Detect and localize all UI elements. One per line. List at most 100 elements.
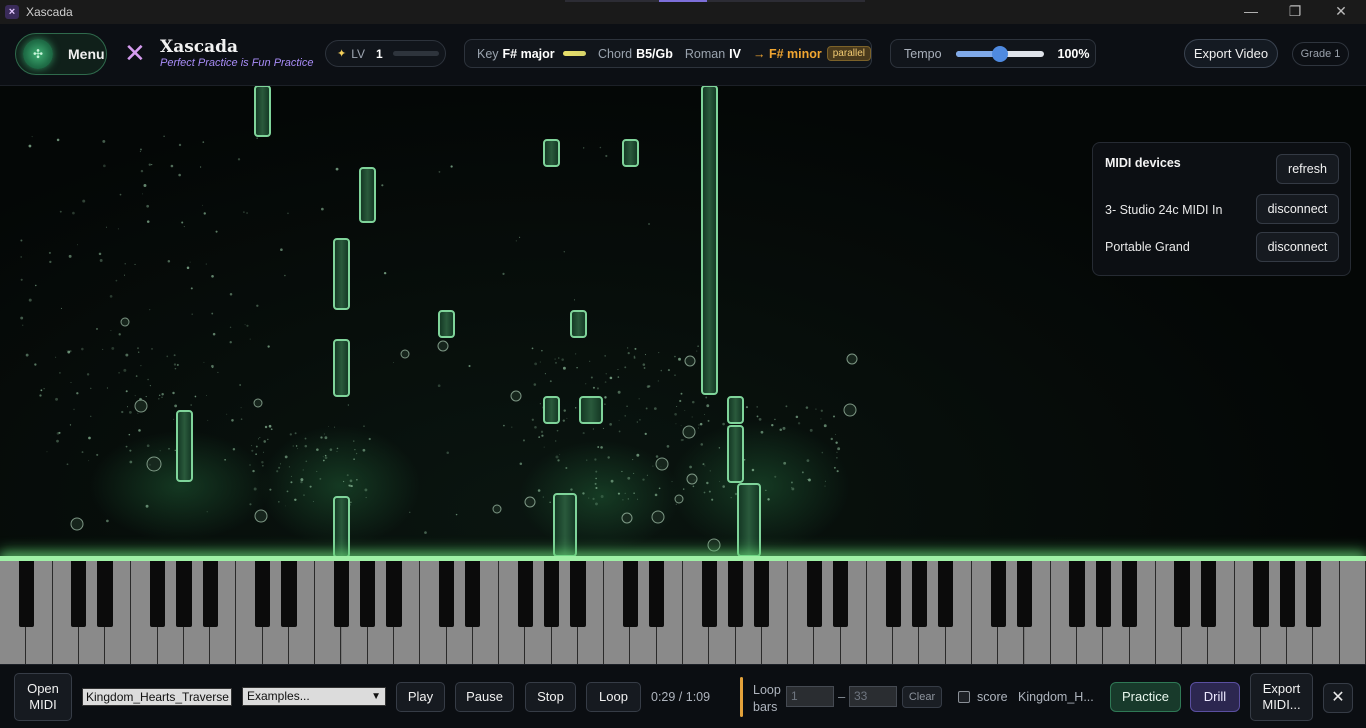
particle [174,449,176,452]
black-key[interactable] [701,561,717,627]
black-key[interactable] [832,561,849,627]
particle [146,204,150,208]
particle [239,384,242,386]
particle [55,397,59,401]
bubble [682,425,696,439]
particle [636,498,638,500]
black-key[interactable] [18,561,34,627]
close-icon[interactable]: ✕ [1323,683,1353,713]
black-key[interactable] [438,561,455,627]
tempo-slider[interactable] [955,45,1044,62]
particle [240,418,243,420]
black-key[interactable] [649,561,665,627]
black-key[interactable] [1200,561,1216,627]
practice-button[interactable]: Practice [1110,682,1181,712]
particle [617,390,621,394]
particle [349,484,352,487]
black-key[interactable] [1121,561,1138,627]
particle [756,406,758,408]
export-midi-button[interactable]: Export MIDI... [1250,673,1313,721]
particle [253,487,257,491]
minimize-button[interactable]: — [1228,0,1274,24]
particle [702,463,705,466]
black-key[interactable] [1253,561,1269,627]
black-key[interactable] [97,561,113,627]
window-close-button[interactable]: ✕ [1318,0,1364,24]
particle [658,352,660,354]
particle [226,413,228,415]
loop-end-input[interactable]: 33 [849,686,897,707]
black-key[interactable] [202,561,218,627]
restore-button[interactable]: ❐ [1272,0,1318,24]
particle [709,470,711,472]
disconnect-button[interactable]: disconnect [1256,194,1339,224]
piano-keyboard[interactable] [0,561,1366,664]
particle [207,419,209,421]
black-key[interactable] [727,561,744,627]
particle [531,347,534,350]
particle [124,274,126,276]
black-key[interactable] [754,561,770,627]
particle [215,230,218,233]
midi-file-field[interactable]: Kingdom_Hearts_Traverse [82,688,232,706]
score-checkbox[interactable] [958,691,970,703]
falling-note [254,86,271,137]
pause-button[interactable]: Pause [455,682,514,712]
tempo-slider-thumb[interactable] [991,45,1008,62]
black-key[interactable] [517,561,533,627]
export-video-button[interactable]: Export Video [1184,39,1278,68]
examples-select[interactable]: Examples... ▼ [242,687,386,706]
loop-start-input[interactable]: 1 [786,686,834,707]
particle [20,256,22,258]
black-key[interactable] [149,561,166,627]
particle [607,456,610,459]
black-key[interactable] [806,561,822,627]
black-key[interactable] [281,561,297,627]
stop-button[interactable]: Stop [525,682,576,712]
particle [211,364,214,368]
particle [679,399,682,403]
white-key[interactable] [1339,561,1366,664]
particle [287,212,289,215]
particle [543,446,545,448]
play-button[interactable]: Play [396,682,445,712]
black-key[interactable] [622,561,639,627]
grade-button[interactable]: Grade 1 [1292,42,1349,66]
particle [680,424,682,426]
black-key[interactable] [176,561,192,627]
black-key[interactable] [938,561,954,627]
particle [203,212,206,215]
menu-button[interactable]: Menu [15,33,107,75]
black-key[interactable] [1305,561,1322,627]
black-key[interactable] [911,561,928,627]
black-key[interactable] [1069,561,1085,627]
clear-loop-button[interactable]: Clear [902,686,942,708]
black-key[interactable] [255,561,271,627]
black-key[interactable] [465,561,481,627]
black-key[interactable] [570,561,586,627]
particle [151,348,153,350]
particle [324,436,328,440]
black-key[interactable] [1016,561,1033,627]
drill-button[interactable]: Drill [1190,682,1240,712]
black-key[interactable] [360,561,376,627]
black-key[interactable] [990,561,1006,627]
black-key[interactable] [1095,561,1111,627]
black-key[interactable] [1279,561,1295,627]
black-key[interactable] [71,561,87,627]
open-midi-button[interactable]: Open MIDI [14,673,72,721]
brand-tagline: Perfect Practice is Fun Practice [160,57,314,69]
black-key[interactable] [386,561,402,627]
particle [28,144,32,148]
black-key[interactable] [885,561,901,627]
falling-note [737,483,761,557]
falling-note [333,496,350,558]
black-key[interactable] [333,561,350,627]
black-key[interactable] [1174,561,1190,627]
particle [618,430,621,433]
black-key[interactable] [544,561,560,627]
particle [278,466,281,469]
disconnect-button[interactable]: disconnect [1256,232,1339,262]
loop-button[interactable]: Loop [586,682,641,712]
refresh-button[interactable]: refresh [1276,154,1339,184]
